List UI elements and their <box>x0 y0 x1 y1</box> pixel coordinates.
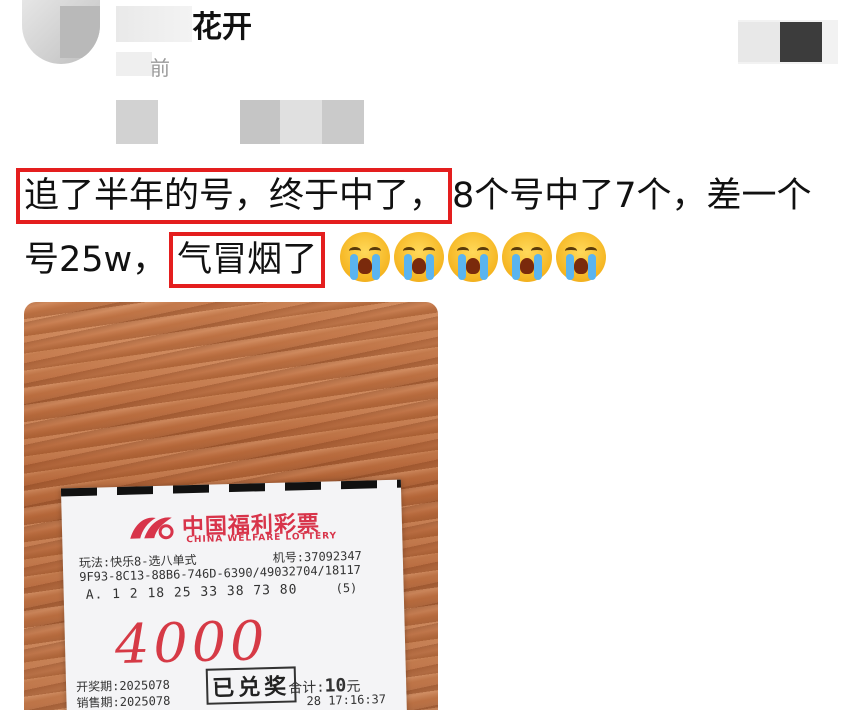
picked-numbers: A. 1 2 18 25 33 38 73 80 <box>85 582 298 603</box>
loudly-crying-face-icon <box>448 232 499 282</box>
highlight-box: 气冒烟了 <box>169 232 326 288</box>
mosaic-block <box>780 22 822 62</box>
follow-button-mosaic[interactable] <box>738 20 838 64</box>
sale-period: 销售期:2025078 <box>76 693 171 710</box>
redeemed-stamp: 已兑奖 <box>205 666 297 705</box>
post-time: 前 <box>150 56 170 80</box>
tag-mosaic <box>116 100 158 144</box>
lottery-ticket: 中国福利彩票 CHINA WELFARE LOTTERY 玩法:快乐8-选八单式… <box>60 479 408 710</box>
loudly-crying-face-icon <box>502 232 553 282</box>
loudly-crying-face-icon <box>394 232 445 282</box>
handwritten-amount: 4000 <box>114 609 270 677</box>
post-photo[interactable]: 中国福利彩票 CHINA WELFARE LOTTERY 玩法:快乐8-选八单式… <box>24 302 438 710</box>
mosaic-block <box>738 22 780 62</box>
post-text-line-2: 号25w， 气冒烟了 <box>24 232 607 288</box>
loudly-crying-face-icon <box>340 232 391 282</box>
avatar-mosaic <box>60 6 100 58</box>
tag-mosaic <box>280 100 322 144</box>
username[interactable]: 花开 <box>192 2 252 46</box>
post-text: 号25w， <box>24 240 168 280</box>
loudly-crying-face-icon <box>556 232 607 282</box>
multiplier: (5) <box>335 580 358 596</box>
time-mosaic <box>116 52 152 76</box>
username-mosaic <box>116 6 192 42</box>
avatar[interactable] <box>22 0 100 64</box>
highlight-box: 追了半年的号，终于中了， <box>16 168 453 224</box>
sale-time: 28 17:16:37 <box>306 692 387 709</box>
ticket-top-band <box>60 479 402 497</box>
tag-mosaic <box>322 100 364 144</box>
post-text-line-1: 追了半年的号，终于中了， 8个号中了7个，差一个 <box>16 168 812 224</box>
welfare-lottery-logo-icon <box>130 517 174 540</box>
tag-mosaic <box>240 100 280 144</box>
post-text: 8个号中了7个，差一个 <box>452 176 812 216</box>
